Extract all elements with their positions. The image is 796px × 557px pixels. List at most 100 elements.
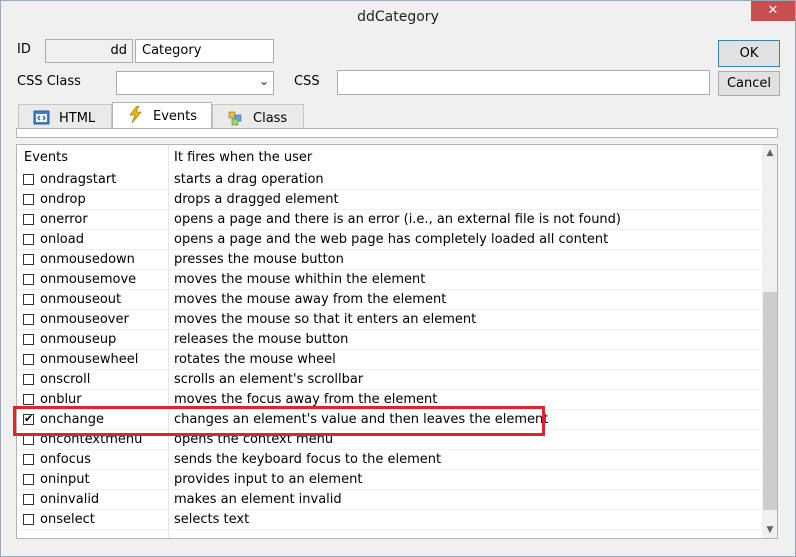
event-name: ondrop bbox=[40, 192, 86, 207]
event-name: onblur bbox=[40, 392, 82, 407]
id-prefix-text: dd bbox=[110, 43, 127, 58]
tab-panel-strip bbox=[16, 128, 778, 138]
scroll-down-icon[interactable]: ▼ bbox=[762, 522, 777, 538]
table-row[interactable]: oninput provides input to an element bbox=[17, 470, 762, 490]
table-row[interactable]: ondragstart starts a drag operation bbox=[17, 170, 762, 190]
event-description: makes an element invalid bbox=[174, 492, 342, 507]
table-row[interactable]: onmousemove moves the mouse whithin the e… bbox=[17, 270, 762, 290]
event-checkbox[interactable] bbox=[23, 394, 34, 405]
table-row[interactable]: onmouseover moves the mouse so that it en… bbox=[17, 310, 762, 330]
event-checkbox[interactable] bbox=[23, 194, 34, 205]
event-description: moves the focus away from the element bbox=[174, 392, 438, 407]
event-checkbox[interactable] bbox=[23, 334, 34, 345]
event-checkbox[interactable] bbox=[23, 454, 34, 465]
id-input[interactable]: Category bbox=[135, 39, 274, 63]
event-checkbox[interactable] bbox=[23, 234, 34, 245]
event-checkbox[interactable] bbox=[23, 374, 34, 385]
ok-button[interactable]: OK bbox=[718, 40, 780, 67]
event-checkbox[interactable] bbox=[23, 174, 34, 185]
table-row[interactable]: onblur moves the focus away from the elem… bbox=[17, 390, 762, 410]
table-row[interactable]: onselect selects text bbox=[17, 510, 762, 530]
event-name: onmouseout bbox=[40, 292, 122, 307]
event-checkbox[interactable] bbox=[23, 412, 34, 425]
event-description: opens the context menu bbox=[174, 432, 334, 447]
class-puzzle-icon bbox=[228, 111, 242, 126]
tab-class[interactable]: Class bbox=[212, 104, 304, 128]
css-class-label: CSS Class bbox=[17, 74, 81, 89]
lightning-icon bbox=[129, 106, 142, 123]
tab-html-label: HTML bbox=[59, 111, 96, 126]
title-bar[interactable]: ddCategory ✕ bbox=[1, 1, 795, 32]
tab-html[interactable]: HTML bbox=[18, 104, 112, 128]
events-list-header: Events It fires when the user bbox=[17, 145, 762, 167]
event-name: onselect bbox=[40, 512, 95, 527]
table-row[interactable]: onmouseout moves the mouse away from the … bbox=[17, 290, 762, 310]
html-code-icon bbox=[33, 110, 50, 125]
event-checkbox[interactable] bbox=[23, 354, 34, 365]
id-label: ID bbox=[17, 42, 31, 57]
table-row[interactable]: oncontextmenu opens the context menu bbox=[17, 430, 762, 450]
event-description: scrolls an element's scrollbar bbox=[174, 372, 364, 387]
event-description: selects text bbox=[174, 512, 250, 527]
event-checkbox[interactable] bbox=[23, 314, 34, 325]
event-checkbox[interactable] bbox=[23, 494, 34, 505]
event-name: onchange bbox=[40, 412, 105, 427]
header-fires: It fires when the user bbox=[174, 150, 313, 165]
event-description: provides input to an element bbox=[174, 472, 363, 487]
table-row[interactable]: onmousedown presses the mouse button bbox=[17, 250, 762, 270]
event-description: rotates the mouse wheel bbox=[174, 352, 336, 367]
event-description: presses the mouse button bbox=[174, 252, 344, 267]
table-row[interactable]: onchange changes an element's value and t… bbox=[17, 410, 762, 430]
event-description: moves the mouse away from the element bbox=[174, 292, 447, 307]
event-name: onmousewheel bbox=[40, 352, 139, 367]
event-checkbox[interactable] bbox=[23, 474, 34, 485]
table-row[interactable]: onmouseup releases the mouse button bbox=[17, 330, 762, 350]
event-checkbox[interactable] bbox=[23, 254, 34, 265]
event-description: sends the keyboard focus to the element bbox=[174, 452, 442, 467]
id-input-value: Category bbox=[142, 43, 202, 58]
event-name: onscroll bbox=[40, 372, 91, 387]
id-prefix-field: dd bbox=[45, 39, 133, 63]
table-row[interactable]: ondrop drops a dragged element bbox=[17, 190, 762, 210]
event-name: oninput bbox=[40, 472, 90, 487]
event-description: moves the mouse whithin the element bbox=[174, 272, 426, 287]
table-row[interactable]: onload opens a page and the web page has … bbox=[17, 230, 762, 250]
dialog-window: ddCategory ✕ ID dd Category CSS Class ⌄ … bbox=[0, 0, 796, 557]
event-name: onmousemove bbox=[40, 272, 137, 287]
event-name: onfocus bbox=[40, 452, 91, 467]
close-icon: ✕ bbox=[767, 3, 779, 18]
event-checkbox[interactable] bbox=[23, 294, 34, 305]
table-row[interactable]: oninvalid makes an element invalid bbox=[17, 490, 762, 510]
table-row[interactable]: onscroll scrolls an element's scrollbar bbox=[17, 370, 762, 390]
event-checkbox[interactable] bbox=[23, 214, 34, 225]
event-name: oninvalid bbox=[40, 492, 100, 507]
scroll-up-icon[interactable]: ▲ bbox=[762, 145, 777, 161]
event-description: opens a page and the web page has comple… bbox=[174, 232, 609, 247]
events-list: Events It fires when the user ondragstar… bbox=[16, 144, 778, 539]
event-name: onerror bbox=[40, 212, 88, 227]
event-name: onmousedown bbox=[40, 252, 135, 267]
event-checkbox[interactable] bbox=[23, 274, 34, 285]
event-checkbox[interactable] bbox=[23, 434, 34, 445]
window-title: ddCategory bbox=[357, 9, 439, 25]
tab-events[interactable]: Events bbox=[112, 102, 212, 129]
event-name: ondragstart bbox=[40, 172, 117, 187]
event-description: changes an element's value and then leav… bbox=[174, 412, 549, 427]
css-input[interactable] bbox=[337, 70, 710, 95]
event-name: oncontextmenu bbox=[40, 432, 143, 447]
vertical-scrollbar[interactable]: ▲ ▼ bbox=[762, 145, 777, 538]
event-checkbox[interactable] bbox=[23, 514, 34, 525]
table-row[interactable]: onerror opens a page and there is an erro… bbox=[17, 210, 762, 230]
event-description: moves the mouse so that it enters an ele… bbox=[174, 312, 477, 327]
cancel-button[interactable]: Cancel bbox=[718, 71, 780, 96]
css-class-select[interactable]: ⌄ bbox=[116, 71, 274, 95]
scrollbar-thumb[interactable] bbox=[763, 292, 777, 510]
event-description: starts a drag operation bbox=[174, 172, 324, 187]
event-description: opens a page and there is an error (i.e.… bbox=[174, 212, 621, 227]
close-button[interactable]: ✕ bbox=[751, 1, 795, 21]
table-row[interactable]: onfocus sends the keyboard focus to the e… bbox=[17, 450, 762, 470]
event-name: onmouseover bbox=[40, 312, 129, 327]
event-description: drops a dragged element bbox=[174, 192, 339, 207]
css-label: CSS bbox=[294, 74, 320, 89]
table-row[interactable]: onmousewheel rotates the mouse wheel bbox=[17, 350, 762, 370]
